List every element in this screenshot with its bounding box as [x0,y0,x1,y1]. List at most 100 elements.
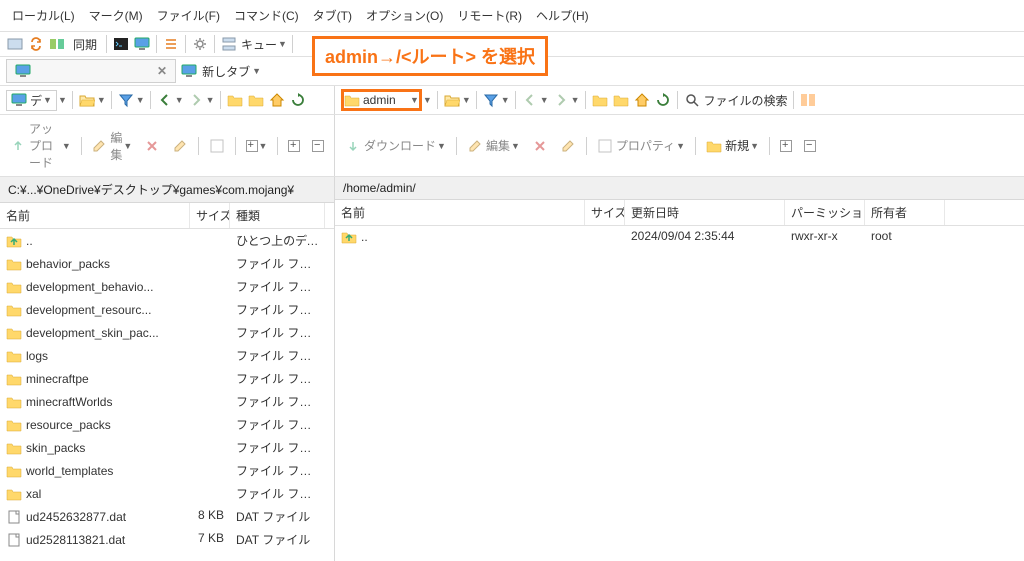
local-path[interactable]: C:¥...¥OneDrive¥デスクトップ¥games¥com.mojang¥ [0,177,334,203]
col-name[interactable]: 名前 [0,203,190,228]
putty-icon[interactable] [133,35,151,53]
address-icon[interactable] [6,35,24,53]
local-parent-icon[interactable] [226,91,244,109]
col-size[interactable]: サイズ [190,203,230,228]
menu-bar: ローカル(L)マーク(M)ファイル(F)コマンド(C)タブ(T)オプション(O)… [0,0,1024,32]
table-row[interactable]: development_skin_pac...ファイル フォルダー [0,321,334,344]
remote-file-list[interactable]: ..2024/09/04 2:35:44rwxr-xr-xroot [335,226,1024,561]
table-row[interactable]: minecraftpeファイル フォルダー [0,367,334,390]
local-back-icon[interactable] [156,91,174,109]
delete-local-button[interactable] [140,136,164,156]
expand-local-button[interactable] [284,138,304,154]
menu-item[interactable]: コマンド(C) [228,4,305,27]
remote-filter-icon[interactable] [482,91,500,109]
props-local-button[interactable] [205,136,229,156]
table-row[interactable]: development_behavio...ファイル フォルダー [0,275,334,298]
table-row[interactable]: world_templatesファイル フォルダー [0,459,334,482]
queue-button[interactable]: キュー [241,36,277,53]
new-tab-dropdown-icon[interactable]: ▼ [252,66,261,76]
remote-root-icon[interactable] [612,91,630,109]
download-button[interactable]: ダウンロード▼ [341,135,450,156]
search-files-button[interactable]: ファイルの検索 [704,92,788,109]
menu-item[interactable]: ヘルプ(H) [530,4,595,27]
upload-button[interactable]: アップロード▼ [6,118,75,173]
remote-dir-selector[interactable]: admin▼ [341,89,422,111]
remote-open-icon[interactable] [443,91,461,109]
file-size: 8 KB [190,506,230,527]
search-icon[interactable] [683,91,701,109]
col-name[interactable]: 名前 [335,200,585,225]
folder-icon [6,463,22,479]
file-type: ファイル フォルダー [230,483,325,504]
menu-item[interactable]: オプション(O) [360,4,449,27]
remote-home-icon[interactable] [633,91,651,109]
col-type[interactable]: 種類 [230,203,325,228]
remote-back-icon[interactable] [521,91,539,109]
menu-item[interactable]: マーク(M) [83,4,149,27]
table-row[interactable]: xalファイル フォルダー [0,482,334,505]
table-row[interactable]: logsファイル フォルダー [0,344,334,367]
remote-path[interactable]: /home/admin/ [335,177,1024,200]
gear-icon[interactable] [191,35,209,53]
local-root-icon[interactable] [247,91,265,109]
col-size[interactable]: サイズ [585,200,625,225]
local-fwd-icon[interactable] [187,91,205,109]
expand-remote-button[interactable] [776,138,796,154]
remote-refresh-icon[interactable] [654,91,672,109]
table-row[interactable]: resource_packsファイル フォルダー [0,413,334,436]
collapse-remote-button[interactable] [800,138,820,154]
menu-item[interactable]: タブ(T) [307,4,358,27]
table-row[interactable]: minecraftWorldsファイル フォルダー [0,390,334,413]
new-tab-button[interactable]: 新しタブ [202,63,250,80]
table-row[interactable]: ud2452632877.dat8 KBDAT ファイル [0,505,334,528]
col-owner[interactable]: 所有者 [865,200,945,225]
col-perm[interactable]: パーミッション [785,200,865,225]
new-local-button[interactable]: ▼ [242,138,272,154]
new-tab-monitor-icon[interactable] [180,62,198,80]
local-home-icon[interactable] [268,91,286,109]
table-row[interactable]: ..2024/09/04 2:35:44rwxr-xr-xroot [335,226,1024,248]
compare-icon[interactable] [48,35,66,53]
sync-button[interactable]: 同期 [69,36,101,53]
annotation-callout: admin→/<ルート> を選択 [312,36,548,76]
rename-local-button[interactable] [168,136,192,156]
edit-remote-button[interactable]: 編集▼ [463,135,524,156]
collapse-local-button[interactable] [308,138,328,154]
remote-parent-icon[interactable] [591,91,609,109]
terminal-icon[interactable] [112,35,130,53]
file-size [190,437,230,458]
delete-remote-button[interactable] [528,136,552,156]
file-name: world_templates [26,464,113,478]
table-row[interactable]: development_resourc...ファイル フォルダー [0,298,334,321]
sync-icon[interactable] [27,35,45,53]
local-file-list[interactable]: ..ひとつ上のディレクbehavior_packsファイル フォルダーdevel… [0,229,334,561]
local-filter-icon[interactable] [117,91,135,109]
file-name: minecraftWorlds [26,395,112,409]
file-type: ファイル フォルダー [230,276,325,297]
queue-icon[interactable] [220,35,238,53]
table-row[interactable]: skin_packsファイル フォルダー [0,436,334,459]
menu-item[interactable]: リモート(R) [451,4,528,27]
local-open-icon[interactable] [78,91,96,109]
new-remote-button[interactable]: 新規▼ [702,135,763,156]
queue-dropdown-icon[interactable]: ▼ [278,39,287,49]
sync-browse-icon[interactable] [799,91,817,109]
folder-icon [6,371,22,387]
local-drive-selector[interactable]: デ▼ [6,90,57,111]
main-toolbar: 同期 キュー▼ admin→/<ルート> を選択 [0,32,1024,57]
menu-item[interactable]: ローカル(L) [6,4,81,27]
col-date[interactable]: 更新日時 [625,200,785,225]
props-remote-button[interactable]: プロパティ▼ [593,135,689,156]
edit-local-button[interactable]: 編集▼ [87,127,136,165]
remote-fwd-icon[interactable] [552,91,570,109]
table-row[interactable]: ..ひとつ上のディレク [0,229,334,252]
session-tab[interactable]: ✕ [6,59,176,83]
local-pane: C:¥...¥OneDrive¥デスクトップ¥games¥com.mojang¥… [0,177,335,561]
list-icon[interactable] [162,35,180,53]
rename-remote-button[interactable] [556,136,580,156]
action-bar: アップロード▼ 編集▼ ▼ ダウンロード▼ 編集▼ プロパティ▼ 新規▼ [0,115,1024,177]
menu-item[interactable]: ファイル(F) [151,4,226,27]
local-refresh-icon[interactable] [289,91,307,109]
close-tab-icon[interactable]: ✕ [157,64,167,78]
table-row[interactable]: behavior_packsファイル フォルダー [0,252,334,275]
